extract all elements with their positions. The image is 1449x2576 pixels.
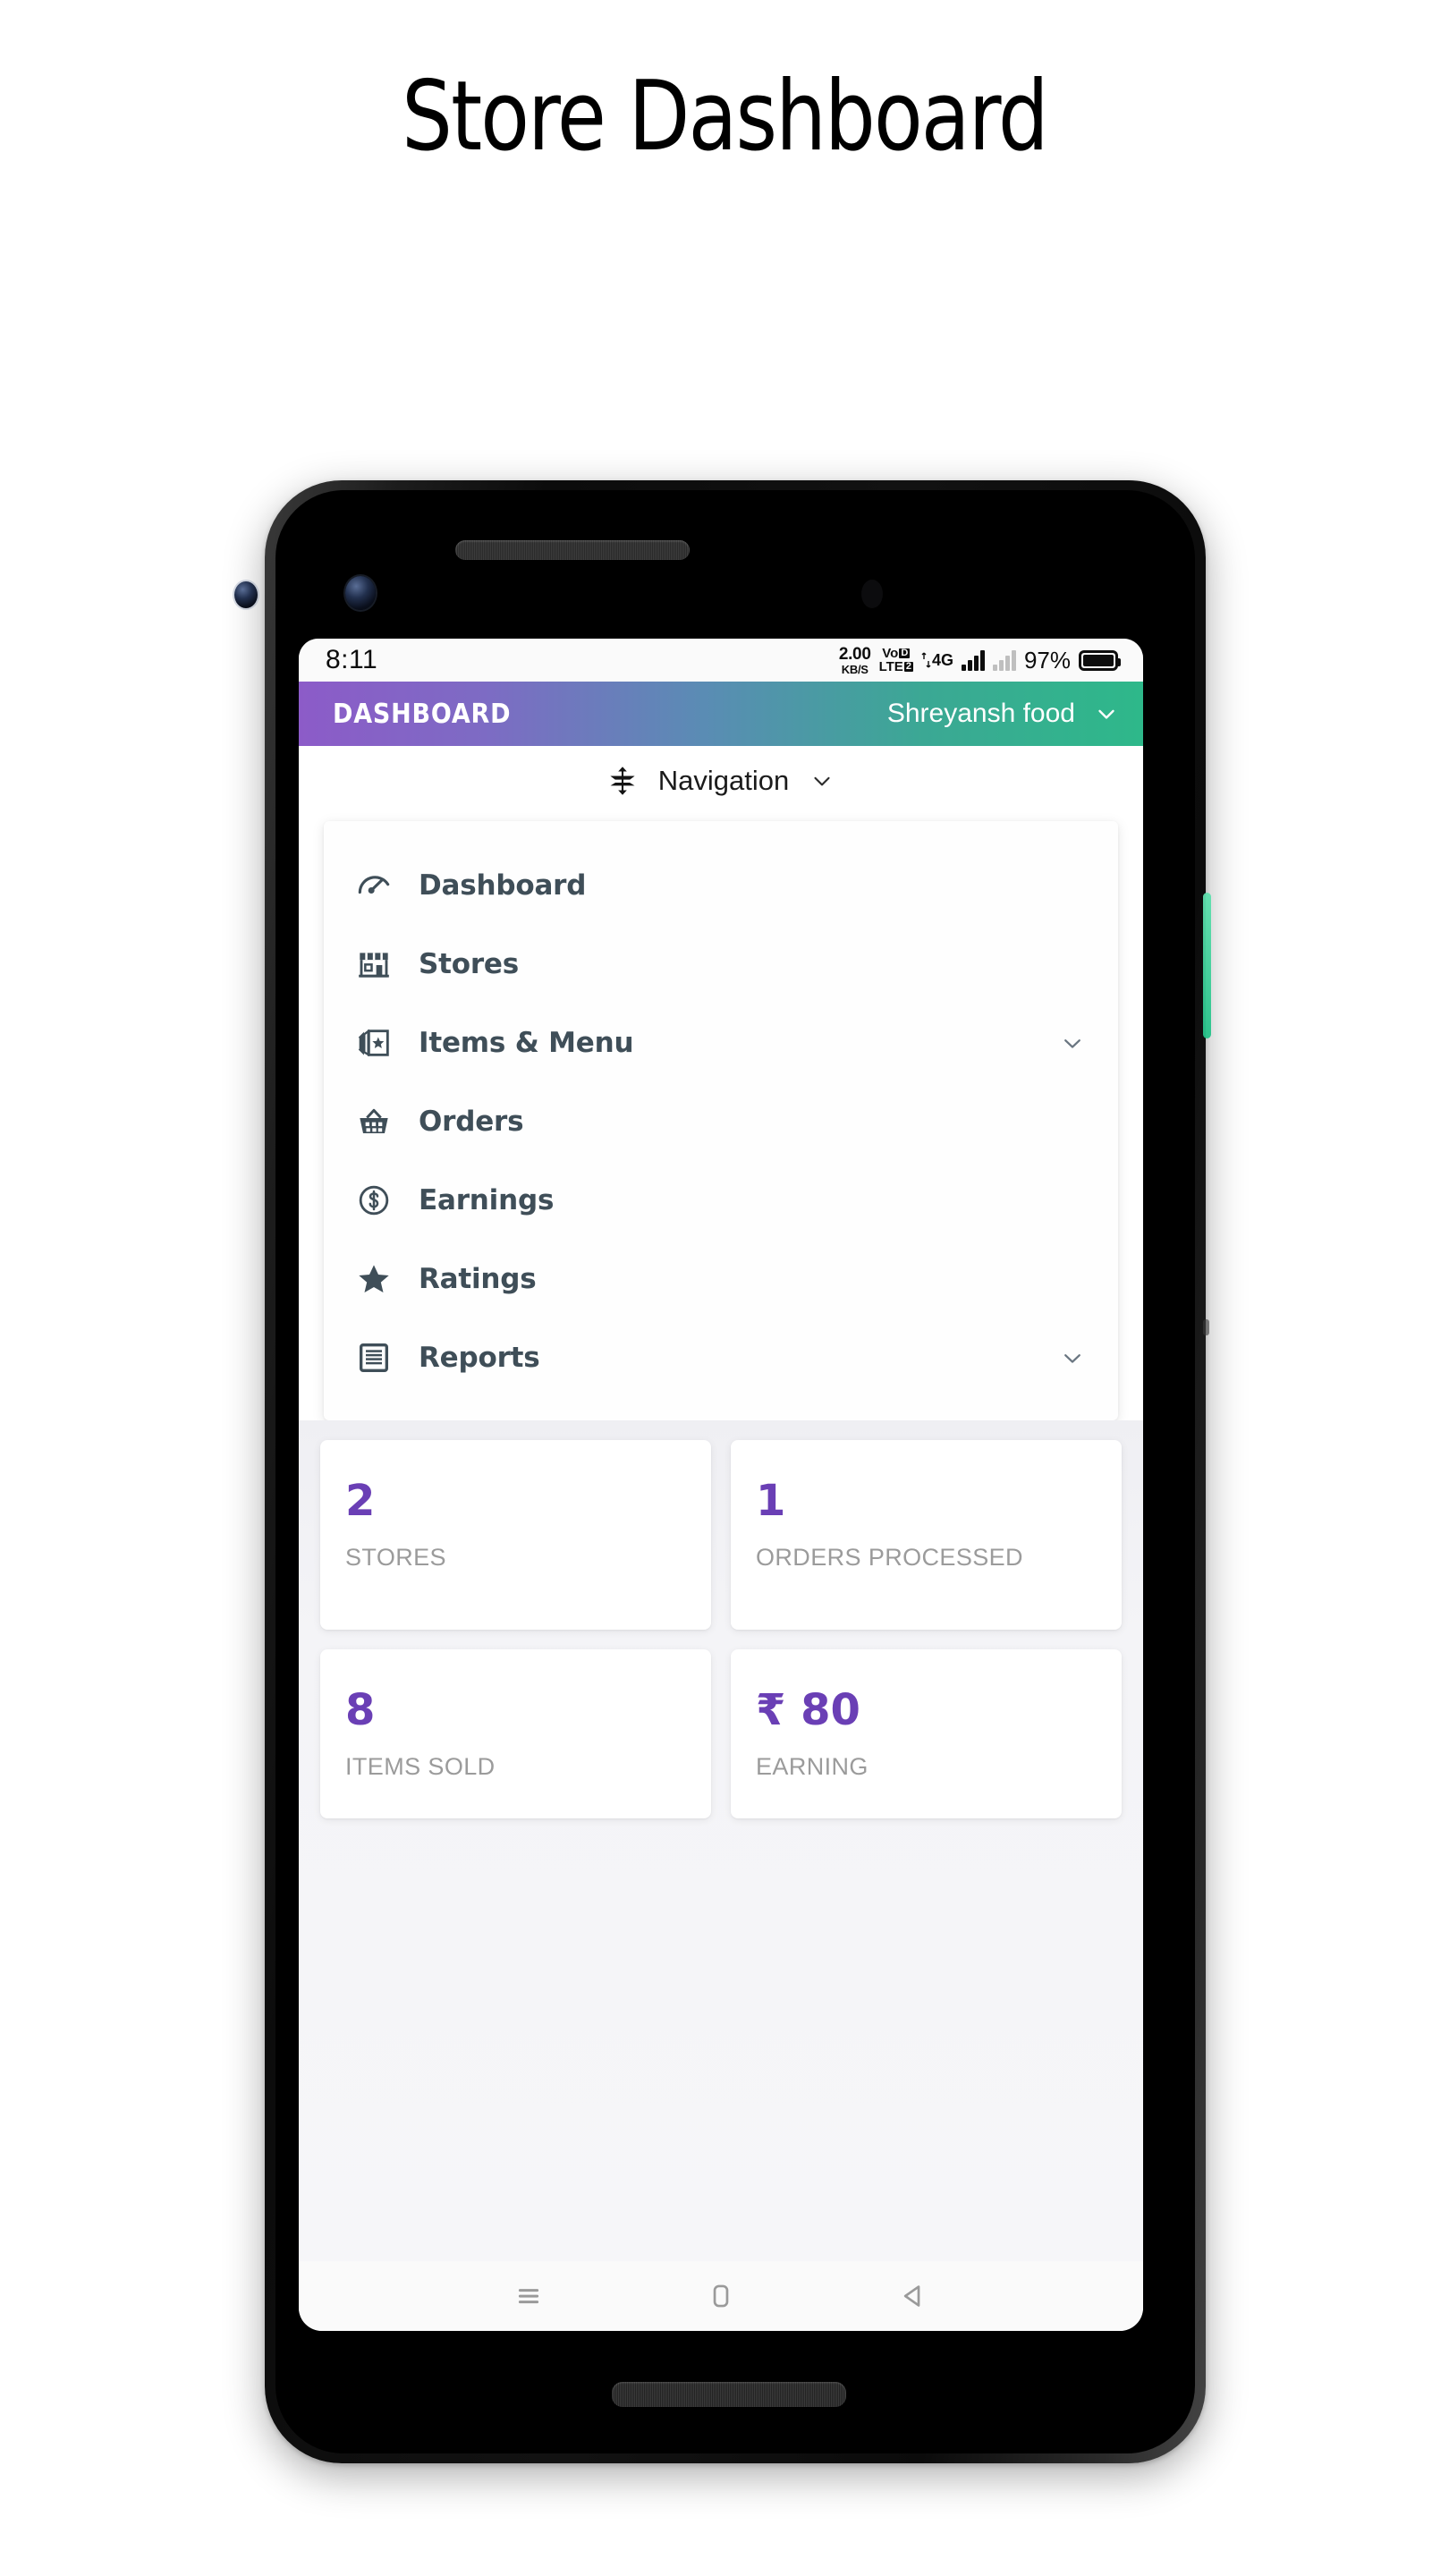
network-type-indicator: 4G [921,651,953,670]
chevron-down-icon [1098,709,1114,719]
volte-icon: Vo D LTE 2 [879,647,913,674]
nav-item-earnings[interactable]: Earnings [324,1161,1118,1240]
side-accent-stripe [1203,893,1211,1038]
status-indicators: 2.00 KB/S Vo D LTE 2 4G 97% [839,646,1121,675]
stats-grid: 2 STORES 1 ORDERS PROCESSED 8 ITEMS SOLD… [299,1420,1143,2261]
status-bar: 8:11 2.00 KB/S Vo D LTE 2 4G 97% [299,639,1143,682]
nav-item-label: Orders [419,1106,524,1138]
expand-collapse-icon [610,767,635,795]
side-button[interactable] [1203,1319,1209,1335]
app-bar-title: DASHBOARD [333,698,512,730]
nav-item-orders[interactable]: Orders [324,1082,1118,1161]
nav-item-dashboard[interactable]: Dashboard [324,846,1118,925]
back-triangle-icon[interactable] [896,2279,930,2313]
battery-icon [1079,649,1121,671]
stat-card-items-sold[interactable]: 8 ITEMS SOLD [320,1649,711,1819]
navigation-toggle-row[interactable]: Navigation [299,746,1143,816]
document-icon [356,1340,392,1376]
stat-label: STORES [345,1544,446,1571]
stat-value: 8 [345,1685,376,1735]
proximity-sensor-icon [861,580,883,608]
speedometer-icon [356,868,392,903]
star-icon [356,1261,392,1297]
stat-value: ₹ 80 [756,1685,860,1735]
store-name-label: Shreyansh food [886,699,1075,728]
network-speed-value: 2.00 [838,644,871,664]
nav-item-label: Reports [419,1342,540,1374]
store-selector[interactable]: Shreyansh food [887,699,1120,729]
signal-bars-sim1-icon [961,649,985,671]
nav-item-label: Ratings [419,1263,537,1295]
volte-top-box: D [899,648,911,658]
menu-icon[interactable] [512,2279,546,2313]
network-type-label: 4G [931,650,953,669]
dollar-circle-icon [356,1182,392,1218]
stat-card-orders-processed[interactable]: 1 ORDERS PROCESSED [731,1440,1122,1630]
chevron-down-icon[interactable] [1057,1028,1088,1058]
stat-label: ORDERS PROCESSED [756,1544,1023,1571]
volte-bottom-box: 2 [903,661,913,672]
status-clock: 8:11 [326,645,378,674]
stat-card-stores[interactable]: 2 STORES [320,1440,711,1630]
nav-item-label: Items & Menu [419,1027,634,1059]
stat-label: EARNING [756,1753,869,1780]
chevron-down-icon[interactable] [1057,1343,1088,1373]
nav-item-ratings[interactable]: Ratings [324,1240,1118,1318]
nav-item-reports[interactable]: Reports [324,1318,1118,1397]
chevron-down-icon[interactable] [809,767,835,794]
navigation-label: Navigation [657,765,790,796]
front-camera-lens-icon [234,581,258,608]
home-square-icon[interactable] [704,2279,738,2313]
nav-item-label: Earnings [419,1184,555,1216]
earpiece-speaker [455,540,690,560]
data-transfer-arrows-icon [921,652,931,668]
cards-star-icon [356,1025,392,1061]
page-title: Store Dashboard [402,61,1048,173]
front-camera-lens-secondary-icon [345,576,376,610]
nav-item-label: Dashboard [419,869,587,902]
battery-percent-label: 97% [1023,646,1071,674]
network-speed-indicator: 2.00 KB/S [839,646,871,675]
app-bar: DASHBOARD Shreyansh food [299,682,1143,746]
volte-top-text: Vo [882,646,899,661]
network-speed-unit: KB/S [841,662,869,676]
android-system-nav-bar [299,2261,1143,2331]
stat-card-earning[interactable]: ₹ 80 EARNING [731,1649,1122,1819]
stat-value: 1 [756,1476,786,1526]
volte-bottom-text: LTE [878,659,903,674]
nav-item-items-menu[interactable]: Items & Menu [324,1004,1118,1082]
stat-value: 2 [345,1476,376,1526]
bottom-speaker-grille [612,2382,846,2407]
signal-bars-sim2-icon [992,649,1016,671]
basket-icon [356,1104,392,1140]
stat-label: ITEMS SOLD [345,1753,496,1780]
storefront-icon [356,946,392,982]
nav-item-stores[interactable]: Stores [324,925,1118,1004]
nav-item-label: Stores [419,948,520,980]
navigation-menu-card: Dashboard Stores Items & Menu Orders Ear… [324,821,1118,1420]
device-screen: 8:11 2.00 KB/S Vo D LTE 2 4G 97% DASHBOA… [299,639,1143,2331]
